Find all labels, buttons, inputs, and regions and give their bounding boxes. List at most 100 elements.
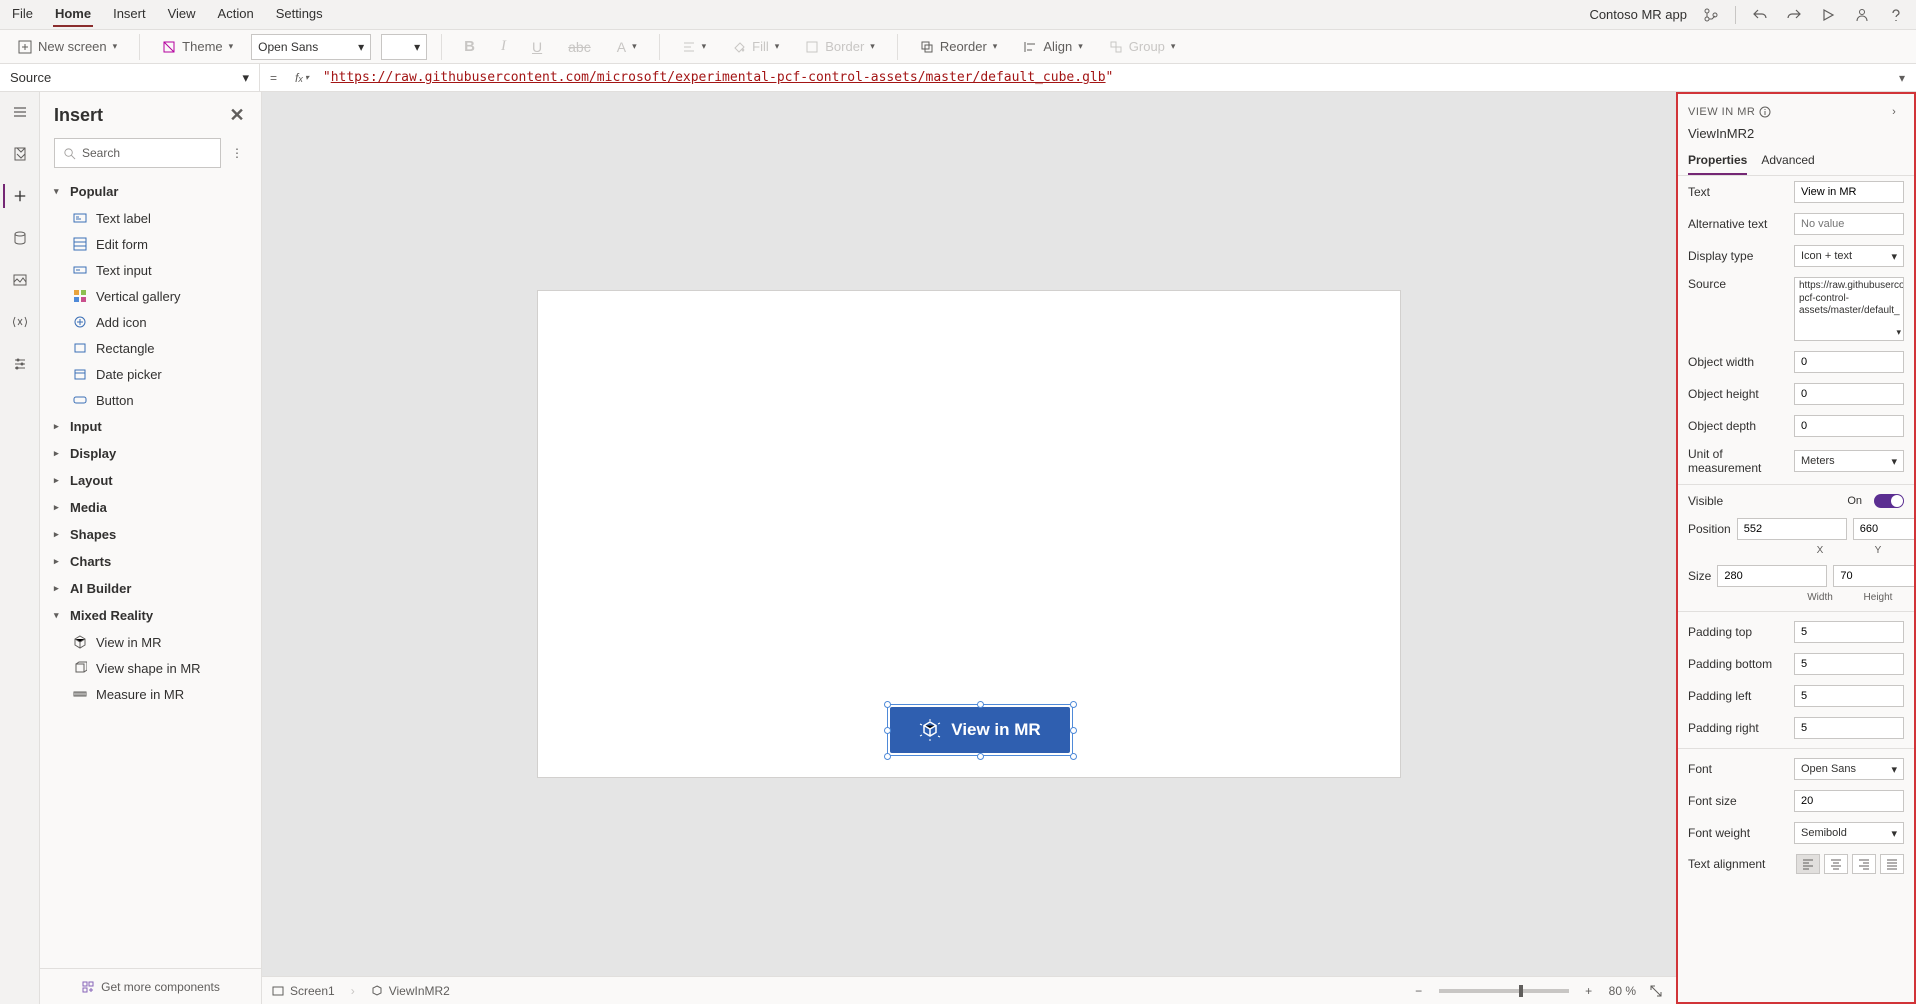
font-size-select[interactable]: ▾ (381, 34, 427, 60)
input-source[interactable]: https://raw.githubusercontent.com/micros… (1794, 277, 1904, 341)
align-center-button[interactable] (1824, 854, 1848, 874)
strike-button[interactable]: abc (560, 35, 599, 59)
input-oh[interactable] (1794, 383, 1904, 405)
handle-n[interactable] (977, 701, 984, 708)
input-pl[interactable] (1794, 685, 1904, 707)
play-icon[interactable] (1818, 5, 1838, 25)
screen-stage[interactable]: View in MR (538, 291, 1400, 777)
new-screen-button[interactable]: New screen▾ (10, 35, 125, 58)
select-font[interactable]: Open Sans▾ (1794, 758, 1904, 780)
handle-s[interactable] (977, 753, 984, 760)
select-fw[interactable]: Semibold▾ (1794, 822, 1904, 844)
input-od[interactable] (1794, 415, 1904, 437)
rail-tree-icon[interactable] (8, 142, 32, 166)
border-button[interactable]: Border▾ (797, 35, 883, 58)
fx-icon[interactable]: fx▾ (287, 71, 317, 85)
menu-file[interactable]: File (10, 2, 35, 27)
group-display[interactable]: ▸Display (46, 440, 255, 467)
get-more-components[interactable]: Get more components (40, 968, 261, 1004)
undo-icon[interactable] (1750, 5, 1770, 25)
group-layout[interactable]: ▸Layout (46, 467, 255, 494)
input-pr[interactable] (1794, 717, 1904, 739)
search-input[interactable]: Search (54, 138, 221, 168)
zoom-slider[interactable] (1439, 989, 1569, 993)
handle-e[interactable] (1070, 727, 1077, 734)
tab-properties[interactable]: Properties (1688, 147, 1747, 175)
insert-view-shape-mr[interactable]: View shape in MR (46, 655, 255, 681)
insert-measure-mr[interactable]: Measure in MR (46, 681, 255, 707)
input-pos-y[interactable] (1853, 518, 1914, 540)
collapse-panel-icon[interactable]: › (1884, 102, 1904, 122)
group-popular[interactable]: ▾Popular (46, 178, 255, 205)
rail-advanced-icon[interactable] (8, 352, 32, 376)
insert-button[interactable]: Button (46, 387, 255, 413)
menu-view[interactable]: View (166, 2, 198, 27)
input-size-h[interactable] (1833, 565, 1914, 587)
handle-ne[interactable] (1070, 701, 1077, 708)
more-icon[interactable]: ⋮ (227, 143, 247, 163)
reorder-button[interactable]: Reorder▾ (912, 35, 1006, 58)
menu-action[interactable]: Action (216, 2, 256, 27)
input-pb[interactable] (1794, 653, 1904, 675)
crumb-screen[interactable]: Screen1 (272, 984, 335, 998)
bold-button[interactable]: B (456, 34, 483, 59)
group-shapes[interactable]: ▸Shapes (46, 521, 255, 548)
menu-home[interactable]: Home (53, 2, 93, 27)
handle-w[interactable] (884, 727, 891, 734)
insert-date-picker[interactable]: Date picker (46, 361, 255, 387)
insert-rectangle[interactable]: Rectangle (46, 335, 255, 361)
alignment-button[interactable]: ▾ (674, 36, 715, 58)
rail-media-icon[interactable] (8, 268, 32, 292)
formula-input[interactable]: "https://raw.githubusercontent.com/micro… (317, 70, 1888, 85)
crumb-control[interactable]: ViewInMR2 (371, 984, 450, 998)
insert-add-icon[interactable]: Add icon (46, 309, 255, 335)
input-text[interactable] (1794, 181, 1904, 203)
input-pos-x[interactable] (1737, 518, 1847, 540)
zoom-in-icon[interactable]: + (1579, 981, 1599, 1001)
input-fs[interactable] (1794, 790, 1904, 812)
select-display[interactable]: Icon + text▾ (1794, 245, 1904, 267)
close-insert-icon[interactable]: ✕ (227, 105, 247, 125)
align-button[interactable]: Align▾ (1015, 35, 1090, 58)
insert-text-label[interactable]: Text label (46, 205, 255, 231)
text-color-button[interactable]: A▾ (609, 35, 645, 59)
group-charts[interactable]: ▸Charts (46, 548, 255, 575)
group-mixedreality[interactable]: ▾Mixed Reality (46, 602, 255, 629)
info-icon[interactable] (1759, 106, 1771, 118)
handle-sw[interactable] (884, 753, 891, 760)
help-icon[interactable] (1886, 5, 1906, 25)
insert-view-in-mr[interactable]: View in MR (46, 629, 255, 655)
insert-vertical-gallery[interactable]: Vertical gallery (46, 283, 255, 309)
select-unit[interactable]: Meters▾ (1794, 450, 1904, 472)
font-select[interactable]: Open Sans▾ (251, 34, 371, 60)
rail-variables-icon[interactable] (8, 310, 32, 334)
share-icon[interactable] (1852, 5, 1872, 25)
handle-nw[interactable] (884, 701, 891, 708)
rail-hamburger-icon[interactable] (8, 100, 32, 124)
canvas[interactable]: View in MR (262, 92, 1676, 976)
group-input[interactable]: ▸Input (46, 413, 255, 440)
expand-formula-icon[interactable]: ▾ (1888, 71, 1916, 85)
rail-insert-icon[interactable] (3, 184, 27, 208)
group-aibuilder[interactable]: ▸AI Builder (46, 575, 255, 602)
source-control-icon[interactable] (1701, 5, 1721, 25)
group-media[interactable]: ▸Media (46, 494, 255, 521)
fill-button[interactable]: Fill▾ (724, 35, 787, 58)
fit-icon[interactable] (1646, 981, 1666, 1001)
input-alt[interactable] (1794, 213, 1904, 235)
handle-se[interactable] (1070, 753, 1077, 760)
theme-button[interactable]: Theme▾ (154, 35, 241, 58)
redo-icon[interactable] (1784, 5, 1804, 25)
menu-insert[interactable]: Insert (111, 2, 148, 27)
align-right-button[interactable] (1852, 854, 1876, 874)
insert-text-input[interactable]: Text input (46, 257, 255, 283)
insert-edit-form[interactable]: Edit form (46, 231, 255, 257)
tab-advanced[interactable]: Advanced (1761, 147, 1814, 175)
property-selector[interactable]: Source▾ (0, 64, 260, 91)
zoom-out-icon[interactable]: − (1409, 981, 1429, 1001)
toggle-visible[interactable] (1874, 494, 1904, 508)
input-size-w[interactable] (1717, 565, 1827, 587)
group-button[interactable]: Group▾ (1101, 35, 1184, 58)
align-left-button[interactable] (1796, 854, 1820, 874)
italic-button[interactable]: I (493, 34, 514, 59)
